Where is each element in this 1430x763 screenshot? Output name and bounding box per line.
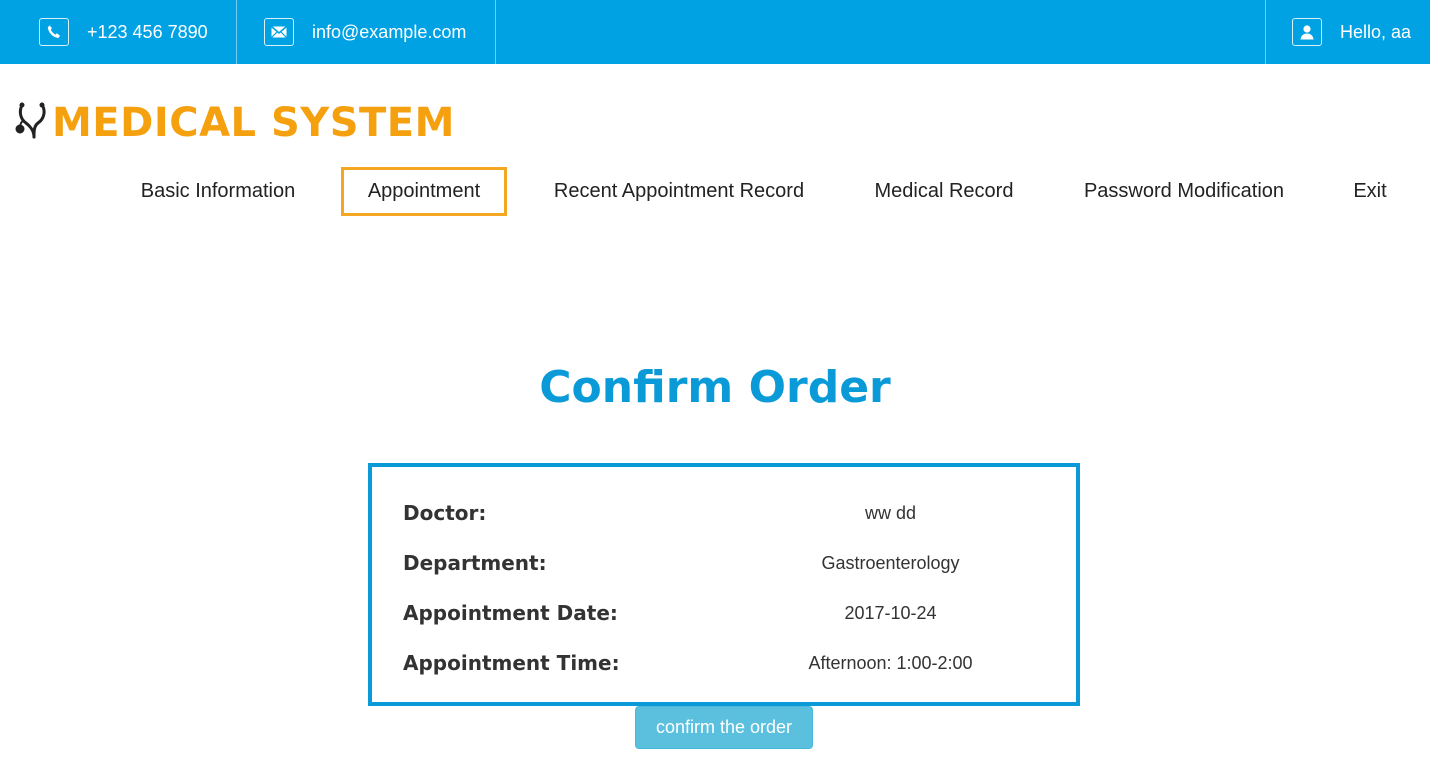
appointment-time-value: Afternoon: 1:00-2:00 — [808, 652, 973, 673]
nav-medical-record[interactable]: Medical Record — [863, 167, 1025, 216]
email-address: info@example.com — [312, 21, 467, 42]
logo-text: MEDICAL SYSTEM — [52, 100, 455, 146]
user-greeting[interactable]: Hello, aa — [1292, 0, 1411, 64]
phone-icon — [39, 18, 69, 46]
confirm-order-button[interactable]: confirm the order — [635, 706, 813, 749]
nav-basic-information[interactable]: Basic Information — [126, 167, 310, 216]
doctor-label: Doctor: — [403, 501, 487, 525]
nav-recent-appointment-record[interactable]: Recent Appointment Record — [538, 167, 820, 216]
appointment-date-value: 2017-10-24 — [844, 602, 937, 623]
nav-appointment[interactable]: Appointment — [341, 167, 507, 216]
divider — [495, 0, 496, 64]
nav-password-modification[interactable]: Password Modification — [1068, 167, 1300, 216]
divider — [236, 0, 237, 64]
top-bar: +123 456 7890 info@example.com Hello, aa — [0, 0, 1430, 64]
department-row: Department: Gastroenterology — [403, 548, 1048, 578]
appointment-date-label: Appointment Date: — [403, 601, 618, 625]
order-summary-card: Doctor: ww dd Department: Gastroenterolo… — [368, 463, 1080, 706]
site-logo[interactable]: MEDICAL SYSTEM — [14, 100, 455, 146]
page-title: Confirm Order — [539, 362, 891, 413]
department-value: Gastroenterology — [821, 552, 960, 573]
doctor-value: ww dd — [864, 502, 917, 523]
stethoscope-icon — [14, 101, 50, 145]
greeting-text: Hello, aa — [1340, 21, 1412, 42]
divider — [1265, 0, 1266, 64]
envelope-icon — [264, 18, 294, 46]
nav-exit[interactable]: Exit — [1343, 167, 1397, 216]
phone-contact: +123 456 7890 — [39, 0, 208, 64]
phone-number: +123 456 7890 — [87, 21, 208, 42]
appointment-date-row: Appointment Date: 2017-10-24 — [403, 598, 1048, 628]
appointment-time-row: Appointment Time: Afternoon: 1:00-2:00 — [403, 648, 1048, 678]
appointment-time-label: Appointment Time: — [403, 651, 620, 675]
email-contact: info@example.com — [264, 0, 466, 64]
department-label: Department: — [403, 551, 547, 575]
doctor-row: Doctor: ww dd — [403, 498, 1048, 528]
user-icon — [1292, 18, 1322, 46]
